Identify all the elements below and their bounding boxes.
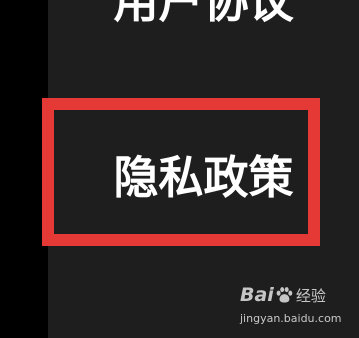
baidu-jingyan-watermark: Bai 经验 jingyan.baidu.com bbox=[238, 284, 342, 328]
privacy-policy-item[interactable]: 隐私政策 bbox=[48, 153, 359, 203]
watermark-url: jingyan.baidu.com bbox=[240, 312, 342, 325]
watermark-logo: Bai 经验 bbox=[240, 284, 326, 306]
watermark-brand-b: 经验 bbox=[295, 286, 326, 305]
watermark-brand-a: Bai bbox=[240, 284, 274, 306]
screen: 用户协议 隐私政策 Bai 经验 jingyan.baidu.com bbox=[0, 0, 359, 338]
user-agreement-item[interactable]: 用户协议 bbox=[48, 0, 359, 26]
paw-icon bbox=[276, 287, 293, 303]
